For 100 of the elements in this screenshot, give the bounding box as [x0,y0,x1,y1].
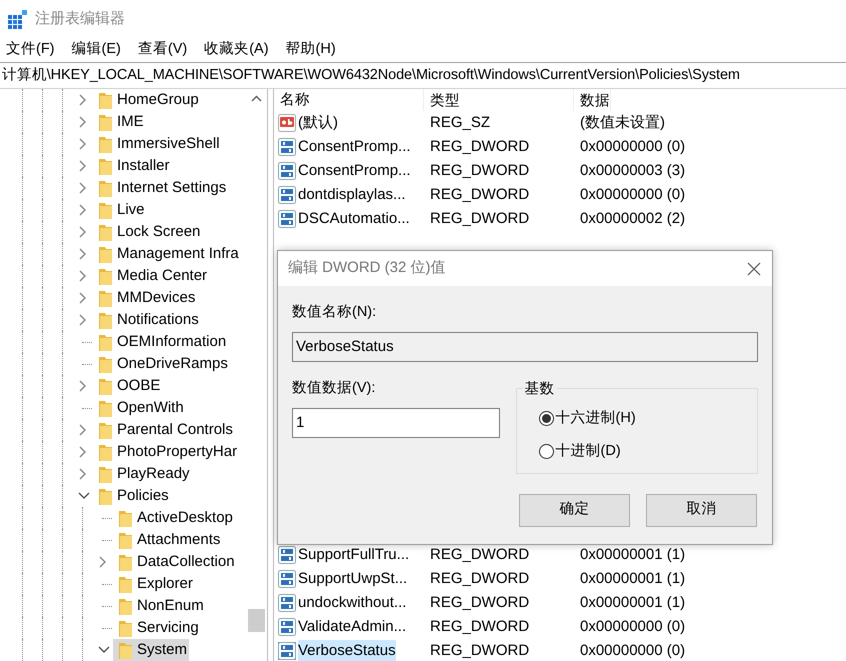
folder-icon [99,223,113,241]
close-icon[interactable] [746,260,762,276]
tree-item[interactable]: System [113,639,190,661]
folder-icon [99,355,113,373]
radio-label[interactable]: 十六进制(H) [556,408,636,430]
value-name[interactable]: ValidateAdmin... [298,616,406,638]
string-value-icon [278,114,296,132]
value-name[interactable]: (默认) [298,112,338,134]
tree-item[interactable]: Lock Screen [93,221,202,243]
dialog-button[interactable]: 确定 [519,494,630,527]
folder-icon [99,443,113,461]
value-type: REG_DWORD [429,640,530,661]
folder-icon [99,245,113,263]
tree-item[interactable]: Attachments [113,529,222,551]
value-name[interactable]: VerboseStatus [298,640,396,661]
binary-value-icon [278,138,296,156]
folder-icon [99,91,113,109]
folder-icon [119,641,133,659]
folder-icon [99,267,113,285]
tree-item[interactable]: Parental Controls [93,419,235,441]
value-name[interactable]: undockwithout... [298,592,406,614]
binary-value-icon [278,618,296,636]
value-type: REG_DWORD [429,568,530,589]
folder-icon [119,575,133,593]
dialog-title: 编辑 DWORD (32 位)值 [288,258,446,278]
menu-item[interactable]: 帮助(H) [286,39,336,61]
radio-button[interactable] [538,411,554,426]
tree-item[interactable]: Media Center [93,265,210,287]
binary-value-icon [278,642,296,660]
tree-item[interactable]: Servicing [113,617,201,639]
folder-icon [99,421,113,439]
folder-icon [99,113,113,131]
binary-value-icon [278,546,296,564]
radio-button[interactable] [538,444,554,460]
value-type: REG_DWORD [429,208,530,229]
scrollbar-thumb[interactable] [248,609,265,632]
radio-label[interactable]: 十进制(D) [556,440,621,463]
value-data: 0x00000001 (1) [579,544,686,565]
tree-item[interactable]: OpenWith [93,397,186,419]
value-data: 0x00000000 (0) [579,640,686,661]
tree-item[interactable]: ImmersiveShell [93,133,222,155]
tree-item[interactable]: MMDevices [93,287,198,309]
value-type: REG_DWORD [429,184,530,205]
name-field[interactable]: VerboseStatus [292,332,758,362]
dialog-button[interactable]: 取消 [646,494,757,527]
window-title: 注册表编辑器 [35,8,125,29]
value-type: REG_DWORD [429,616,530,637]
tree-item[interactable]: IME [93,111,146,133]
value-name[interactable]: dontdisplaylas... [298,184,406,206]
folder-icon [99,311,113,329]
tree-item[interactable]: HomeGroup [93,89,201,111]
tree-item[interactable]: OEMInformation [93,331,228,353]
app-icon [8,10,27,28]
tree-item[interactable]: Live [93,199,147,221]
tree-item[interactable]: ActiveDesktop [113,507,235,529]
folder-icon [99,135,113,153]
value-type: REG_DWORD [429,544,530,565]
tree-item[interactable]: Internet Settings [93,177,228,199]
menu-item[interactable]: 查看(V) [138,39,188,61]
value-name[interactable]: DSCAutomatio... [298,208,410,230]
tree-item[interactable]: Explorer [113,573,195,595]
value-data: 0x00000001 (1) [579,592,686,613]
tree-item[interactable]: Notifications [93,309,201,331]
value-type: REG_DWORD [429,592,530,613]
field-label: 数值名称(N): [292,303,378,322]
value-name[interactable]: ConsentPromp... [298,136,411,158]
tree-item[interactable]: Policies [93,485,171,507]
tree-item[interactable]: PhotoPropertyHar [93,441,240,463]
value-field[interactable]: 1 [292,408,500,438]
tree-item[interactable]: PlayReady [93,463,192,485]
column-header[interactable]: 数据 [574,89,611,111]
value-data: 0x00000002 (2) [579,208,686,229]
folder-icon [119,531,133,549]
tree-item[interactable]: Installer [93,155,172,177]
menu-item[interactable]: 收藏夹(A) [204,39,269,61]
menu-item[interactable]: 编辑(E) [72,39,121,61]
value-data: 0x00000003 (3) [579,160,686,181]
address-path[interactable]: 计算机\HKEY_LOCAL_MACHINE\SOFTWARE\WOW6432Node\Microsoft\Windows\CurrentVersion\Policies\System [2,64,740,86]
value-type: REG_DWORD [429,136,530,157]
folder-icon [99,465,113,483]
folder-icon [99,179,113,197]
value-data: 0x00000000 (0) [579,616,686,637]
column-header[interactable]: 类型 [424,89,574,111]
folder-icon [99,201,113,219]
column-header[interactable]: 名称 [274,89,424,111]
value-name[interactable]: SupportUwpSt... [298,568,408,590]
folder-icon [99,289,113,307]
tree-item[interactable]: NonEnum [113,595,206,617]
folder-icon [99,399,113,417]
folder-icon [99,333,113,351]
folder-icon [119,553,133,571]
tree-item[interactable]: Management Infra [93,243,241,265]
folder-icon [99,157,113,175]
value-name[interactable]: SupportFullTru... [298,544,410,566]
tree-item[interactable]: OOBE [93,375,162,397]
binary-value-icon [278,210,296,228]
value-name[interactable]: ConsentPromp... [298,160,411,182]
tree-item[interactable]: DataCollection [113,551,237,573]
menu-item[interactable]: 文件(F) [6,39,55,61]
tree-item[interactable]: OneDriveRamps [93,353,230,375]
